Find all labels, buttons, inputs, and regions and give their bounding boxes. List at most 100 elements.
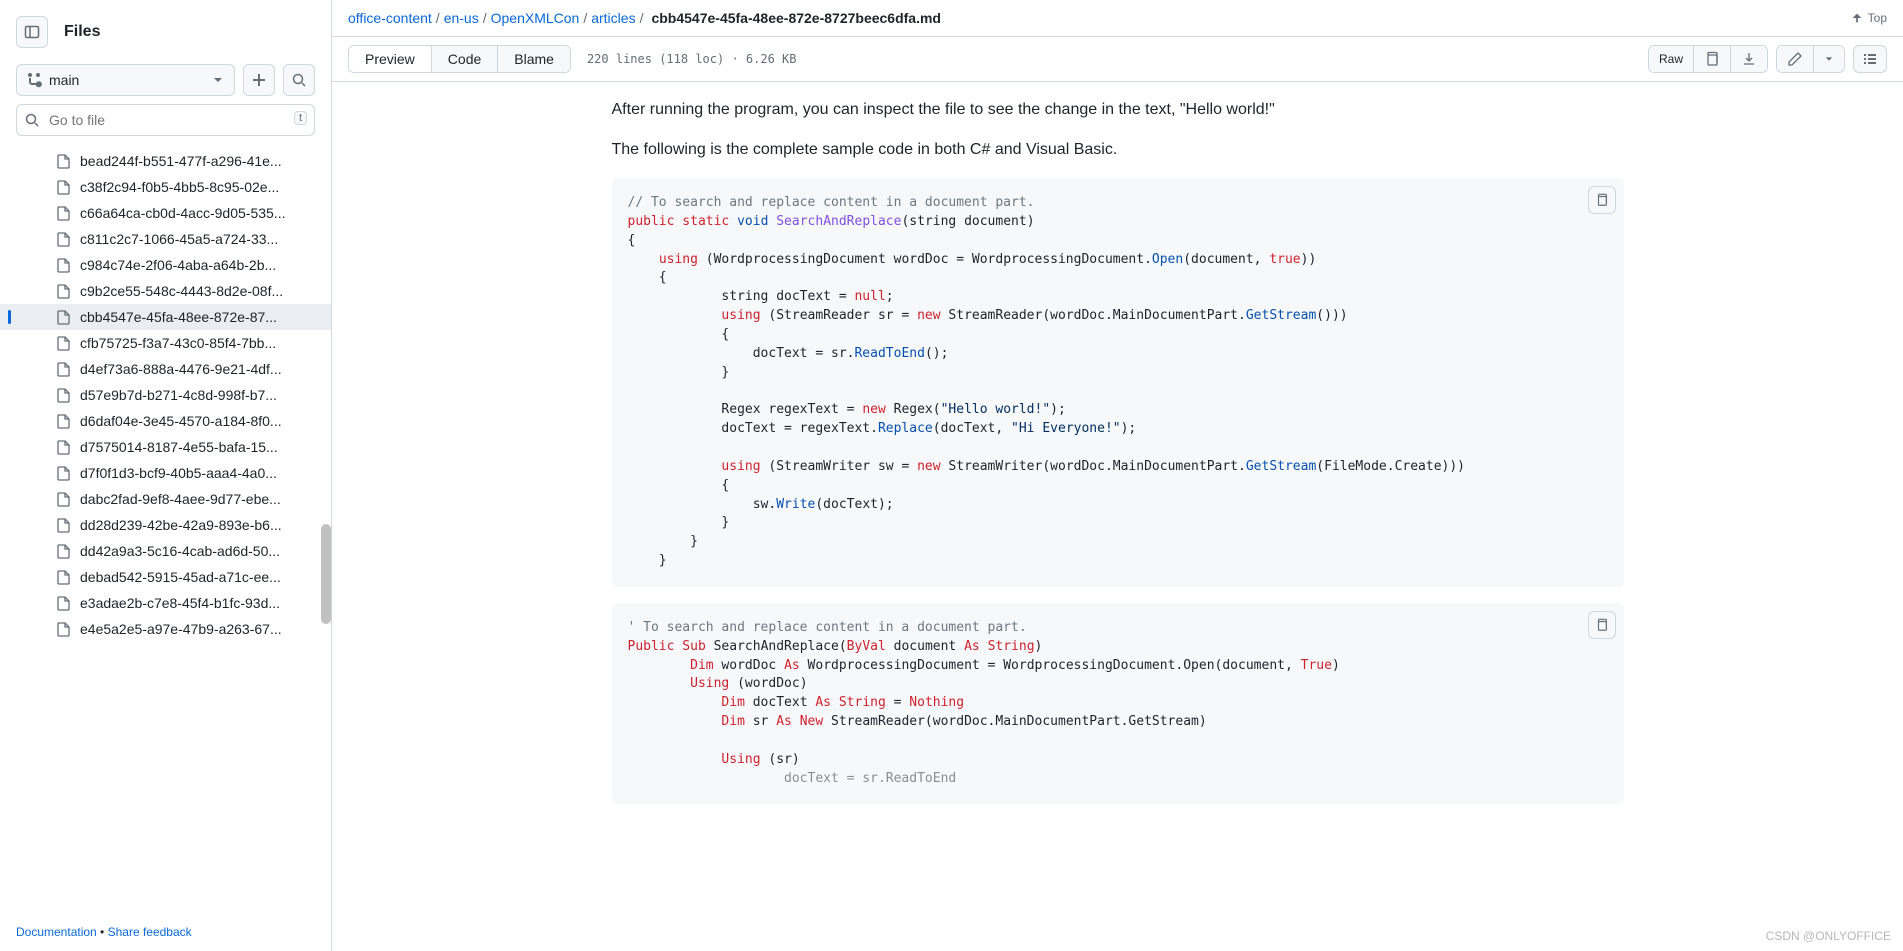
view-tabs: Preview Code Blame bbox=[348, 45, 571, 73]
copy-code-button[interactable] bbox=[1588, 611, 1616, 639]
file-item[interactable]: dabc2fad-9ef8-4aee-9d77-ebe... bbox=[0, 486, 331, 512]
file-icon bbox=[56, 517, 72, 533]
file-icon bbox=[56, 387, 72, 403]
file-item[interactable]: d6daf04e-3e45-4570-a184-8f0... bbox=[0, 408, 331, 434]
file-item[interactable]: c38f2c94-f0b5-4bb5-8c95-02e... bbox=[0, 174, 331, 200]
file-icon bbox=[56, 413, 72, 429]
file-search-input[interactable] bbox=[16, 104, 315, 136]
file-item[interactable]: c811c2c7-1066-45a5-a724-33... bbox=[0, 226, 331, 252]
file-icon bbox=[56, 153, 72, 169]
file-name: cfb75725-f3a7-43c0-85f4-7bb... bbox=[80, 335, 276, 351]
branch-name: main bbox=[49, 72, 79, 88]
file-tree[interactable]: bead244f-b551-477f-a296-41e...c38f2c94-f… bbox=[0, 144, 331, 913]
feedback-link[interactable]: Share feedback bbox=[108, 925, 192, 939]
file-item[interactable]: cfb75725-f3a7-43c0-85f4-7bb... bbox=[0, 330, 331, 356]
file-name: d6daf04e-3e45-4570-a184-8f0... bbox=[80, 413, 282, 429]
file-name: d7575014-8187-4e55-bafa-15... bbox=[80, 439, 278, 455]
edit-menu-button[interactable] bbox=[1814, 46, 1844, 72]
code-content: // To search and replace content in a do… bbox=[628, 194, 1608, 571]
branch-select[interactable]: main bbox=[16, 64, 235, 96]
file-icon bbox=[56, 231, 72, 247]
tab-preview[interactable]: Preview bbox=[349, 46, 432, 72]
file-item[interactable]: e3adae2b-c7e8-45f4-b1fc-93d... bbox=[0, 590, 331, 616]
file-item[interactable]: d57e9b7d-b271-4c8d-998f-b7... bbox=[0, 382, 331, 408]
main-content: office-content/en-us/OpenXMLCon/articles… bbox=[332, 0, 1903, 951]
file-name: dabc2fad-9ef8-4aee-9d77-ebe... bbox=[80, 491, 281, 507]
file-item[interactable]: d7575014-8187-4e55-bafa-15... bbox=[0, 434, 331, 460]
panel-toggle-button[interactable] bbox=[16, 16, 48, 48]
breadcrumb-current: cbb4547e-45fa-48ee-872e-8727beec6dfa.md bbox=[651, 10, 941, 26]
panel-icon bbox=[24, 24, 40, 40]
file-icon bbox=[56, 595, 72, 611]
file-item[interactable]: bead244f-b551-477f-a296-41e... bbox=[0, 148, 331, 174]
file-name: dd28d239-42be-42a9-893e-b6... bbox=[80, 517, 282, 533]
file-icon bbox=[56, 439, 72, 455]
file-icon bbox=[56, 361, 72, 377]
paragraph: The following is the complete sample cod… bbox=[612, 138, 1624, 162]
file-icon bbox=[56, 309, 72, 325]
file-icon bbox=[56, 543, 72, 559]
add-file-button[interactable] bbox=[243, 64, 275, 96]
breadcrumb-link[interactable]: articles bbox=[591, 10, 635, 26]
copy-icon bbox=[1704, 51, 1720, 67]
list-icon bbox=[1862, 51, 1878, 67]
file-name: d4ef73a6-888a-4476-9e21-4df... bbox=[80, 361, 282, 377]
copy-code-button[interactable] bbox=[1588, 186, 1616, 214]
file-item[interactable]: c66a64ca-cb0d-4acc-9d05-535... bbox=[0, 200, 331, 226]
copy-raw-button[interactable] bbox=[1694, 46, 1731, 72]
caret-down-icon bbox=[212, 74, 224, 86]
file-item[interactable]: d7f0f1d3-bcf9-40b5-aaa4-4a0... bbox=[0, 460, 331, 486]
file-name: e3adae2b-c7e8-45f4-b1fc-93d... bbox=[80, 595, 280, 611]
file-name: c66a64ca-cb0d-4acc-9d05-535... bbox=[80, 205, 285, 221]
file-item[interactable]: cbb4547e-45fa-48ee-872e-87... bbox=[0, 304, 331, 330]
pencil-icon bbox=[1787, 51, 1803, 67]
search-icon bbox=[291, 72, 307, 88]
file-item[interactable]: c984c74e-2f06-4aba-a64b-2b... bbox=[0, 252, 331, 278]
tab-code[interactable]: Code bbox=[432, 46, 498, 72]
download-icon bbox=[1741, 51, 1757, 67]
documentation-link[interactable]: Documentation bbox=[16, 925, 97, 939]
copy-icon bbox=[1595, 193, 1609, 207]
edit-button[interactable] bbox=[1777, 46, 1814, 72]
sidebar-title: Files bbox=[64, 23, 100, 41]
raw-button[interactable]: Raw bbox=[1649, 46, 1694, 72]
top-link[interactable]: Top bbox=[1850, 11, 1887, 25]
file-icon bbox=[56, 491, 72, 507]
download-button[interactable] bbox=[1731, 46, 1767, 72]
file-icon bbox=[56, 179, 72, 195]
plus-icon bbox=[251, 72, 267, 88]
article-scroll[interactable]: After running the program, you can inspe… bbox=[332, 82, 1903, 951]
search-input-icon bbox=[24, 112, 40, 128]
code-block-vb: ' To search and replace content in a doc… bbox=[612, 603, 1624, 805]
file-icon bbox=[56, 205, 72, 221]
file-name: dd42a9a3-5c16-4cab-ad6d-50... bbox=[80, 543, 280, 559]
file-item[interactable]: e4e5a2e5-a97e-47b9-a263-67... bbox=[0, 616, 331, 642]
outline-button[interactable] bbox=[1853, 45, 1887, 73]
file-item[interactable]: dd28d239-42be-42a9-893e-b6... bbox=[0, 512, 331, 538]
breadcrumb: office-content/en-us/OpenXMLCon/articles… bbox=[332, 0, 1903, 37]
file-item[interactable]: debad542-5915-45ad-a71c-ee... bbox=[0, 564, 331, 590]
branch-icon bbox=[27, 72, 43, 88]
file-name: d57e9b7d-b271-4c8d-998f-b7... bbox=[80, 387, 277, 403]
code-block-csharp: // To search and replace content in a do… bbox=[612, 178, 1624, 587]
tab-blame[interactable]: Blame bbox=[498, 46, 570, 72]
breadcrumb-link[interactable]: office-content bbox=[348, 10, 432, 26]
file-name: debad542-5915-45ad-a71c-ee... bbox=[80, 569, 281, 585]
file-item[interactable]: dd42a9a3-5c16-4cab-ad6d-50... bbox=[0, 538, 331, 564]
breadcrumb-link[interactable]: OpenXMLCon bbox=[491, 10, 580, 26]
arrow-up-icon bbox=[1850, 11, 1864, 25]
caret-down-icon bbox=[1824, 54, 1834, 64]
file-toolbar: Preview Code Blame 220 lines (118 loc) ·… bbox=[332, 37, 1903, 82]
file-icon bbox=[56, 569, 72, 585]
search-button[interactable] bbox=[283, 64, 315, 96]
file-stats: 220 lines (118 loc) · 6.26 KB bbox=[587, 52, 797, 66]
file-item[interactable]: d4ef73a6-888a-4476-9e21-4df... bbox=[0, 356, 331, 382]
breadcrumb-link[interactable]: en-us bbox=[444, 10, 479, 26]
file-item[interactable]: c9b2ce55-548c-4443-8d2e-08f... bbox=[0, 278, 331, 304]
copy-icon bbox=[1595, 618, 1609, 632]
code-content: ' To search and replace content in a doc… bbox=[628, 619, 1608, 789]
file-icon bbox=[56, 257, 72, 273]
file-name: d7f0f1d3-bcf9-40b5-aaa4-4a0... bbox=[80, 465, 277, 481]
watermark: CSDN @ONLYOFFICE bbox=[1766, 929, 1891, 943]
file-name: c9b2ce55-548c-4443-8d2e-08f... bbox=[80, 283, 283, 299]
